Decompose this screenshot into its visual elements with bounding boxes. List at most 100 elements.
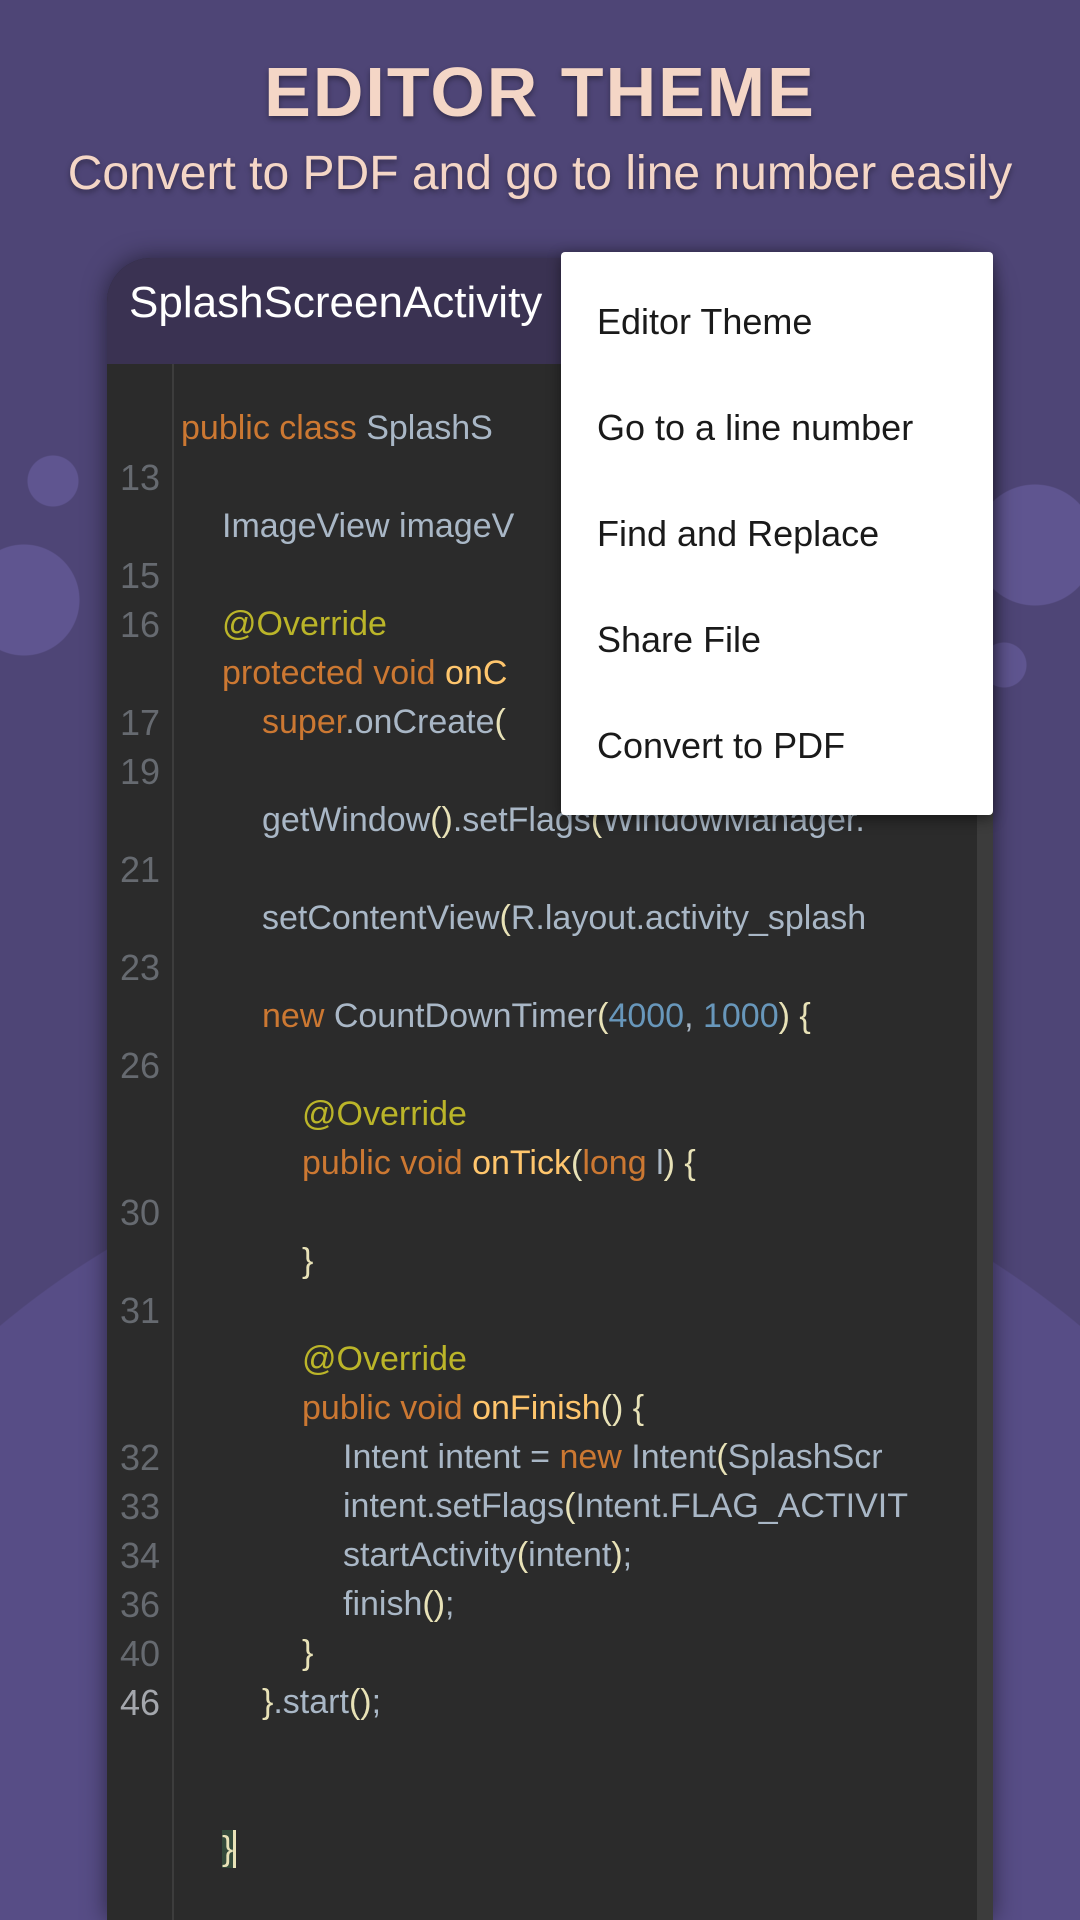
code-token: super xyxy=(262,703,346,741)
code-token: intent.setFlags xyxy=(343,1487,565,1525)
text-cursor: } xyxy=(222,1830,237,1868)
code-line: 21 xyxy=(107,845,993,894)
code-token: ( xyxy=(494,703,506,741)
code-text: public void onTick(long l) { xyxy=(302,1139,696,1188)
code-line: @Override xyxy=(107,1335,993,1384)
code-token: public void xyxy=(302,1389,473,1427)
code-text: @Override xyxy=(302,1090,467,1139)
code-text: ImageView imageV xyxy=(222,502,514,551)
menu-item-go-to-line[interactable]: Go to a line number xyxy=(561,375,993,481)
code-text: setContentView(R.layout.activity_splash xyxy=(262,894,866,943)
code-token: onC xyxy=(445,654,508,692)
code-line: 46}.start(); xyxy=(107,1678,993,1727)
code-line: setContentView(R.layout.activity_splash xyxy=(107,894,993,943)
menu-item-editor-theme[interactable]: Editor Theme xyxy=(561,269,993,375)
code-token: .start xyxy=(273,1683,349,1721)
line-number: 26 xyxy=(120,1045,161,1086)
code-line: public void onTick(long l) { xyxy=(107,1139,993,1188)
code-token: l xyxy=(656,1144,664,1182)
code-token: ; xyxy=(622,1536,633,1574)
code-token: () { xyxy=(600,1389,645,1427)
code-token: () xyxy=(348,1683,372,1721)
line-number: 19 xyxy=(120,751,161,792)
line-number: 46 xyxy=(120,1682,161,1723)
code-text: }.start(); xyxy=(262,1678,381,1727)
code-text: public void onFinish() { xyxy=(302,1384,644,1433)
menu-item-convert-pdf[interactable]: Convert to PDF xyxy=(561,693,993,799)
code-token: ) { xyxy=(663,1144,696,1182)
code-token: new xyxy=(559,1438,632,1476)
code-token: public class xyxy=(181,409,367,447)
code-text: } xyxy=(222,1825,237,1874)
hero-subtitle: Convert to PDF and go to line number eas… xyxy=(67,147,1013,200)
code-text: public class SplashS xyxy=(181,404,493,453)
code-line: 34 startActivity(intent); xyxy=(107,1531,993,1580)
code-line: 40} xyxy=(107,1629,993,1678)
line-number: 21 xyxy=(120,849,161,890)
code-token: @Override xyxy=(222,605,387,643)
code-line: 31 xyxy=(107,1286,993,1335)
code-text: startActivity(intent); xyxy=(343,1531,632,1580)
code-token: onFinish xyxy=(472,1389,601,1427)
code-token: SplashScr xyxy=(727,1438,883,1476)
code-line: 36 finish(); xyxy=(107,1580,993,1629)
code-text: @Override xyxy=(222,600,387,649)
code-line: new CountDownTimer(4000, 1000) { xyxy=(107,992,993,1041)
code-token: ) { xyxy=(778,997,811,1035)
code-token: SplashS xyxy=(366,409,493,447)
code-token: @Override xyxy=(302,1095,467,1133)
line-number: 23 xyxy=(120,947,161,988)
code-token: () xyxy=(430,801,453,839)
code-line: 30 xyxy=(107,1188,993,1237)
code-text: new CountDownTimer(4000, 1000) { xyxy=(262,992,811,1041)
line-number: 32 xyxy=(120,1437,161,1478)
code-token: () xyxy=(422,1585,446,1623)
menu-item-share-file[interactable]: Share File xyxy=(561,587,993,693)
code-token: ( xyxy=(716,1438,728,1476)
line-number: 33 xyxy=(120,1486,161,1527)
file-title: SplashScreenActivity xyxy=(129,278,543,327)
code-token: protected void xyxy=(222,654,446,692)
code-line: } xyxy=(107,1825,993,1874)
code-line: @Override xyxy=(107,1090,993,1139)
code-line: } xyxy=(107,1237,993,1286)
code-token: } xyxy=(302,1242,314,1280)
code-text: finish(); xyxy=(343,1580,454,1629)
code-token: 4000 xyxy=(608,997,685,1035)
line-number: 36 xyxy=(120,1584,161,1625)
code-text: intent.setFlags(Intent.FLAG_ACTIVIT xyxy=(343,1482,908,1531)
overflow-menu: Editor Theme Go to a line number Find an… xyxy=(561,252,993,815)
code-text: } xyxy=(302,1629,313,1678)
line-number: 31 xyxy=(120,1290,161,1331)
code-token: ; xyxy=(371,1683,382,1721)
code-token: finish xyxy=(343,1585,423,1623)
code-token: Intent.FLAG_ACTIVIT xyxy=(575,1487,909,1525)
code-text: @Override xyxy=(302,1335,467,1384)
code-token: CountDownTimer xyxy=(333,997,598,1035)
menu-item-find-replace[interactable]: Find and Replace xyxy=(561,481,993,587)
code-token: ( xyxy=(516,1536,529,1574)
code-token: Intent intent = xyxy=(343,1438,560,1476)
code-token: R.layout.activity_splash xyxy=(510,899,867,937)
code-token: setContentView xyxy=(262,899,500,937)
code-token: , xyxy=(684,997,703,1035)
code-token: Intent xyxy=(631,1438,717,1476)
code-token: onTick xyxy=(472,1144,571,1182)
hero-title: EDITOR THEME xyxy=(264,53,816,131)
code-token: @Override xyxy=(302,1340,467,1378)
code-token: ( xyxy=(564,1487,576,1525)
code-token: ( xyxy=(597,997,609,1035)
code-token: intent xyxy=(528,1536,612,1574)
code-token: ( xyxy=(571,1144,583,1182)
code-token: new xyxy=(262,997,334,1035)
code-token: .onCreate xyxy=(345,703,495,741)
code-token: } xyxy=(262,1683,274,1721)
code-token: long xyxy=(582,1144,657,1182)
code-token: getWindow xyxy=(262,801,431,839)
code-token: 1000 xyxy=(702,997,779,1035)
code-token: } xyxy=(302,1634,314,1672)
code-token: ) xyxy=(611,1536,623,1574)
code-text: } xyxy=(302,1237,313,1286)
code-token: startActivity xyxy=(343,1536,517,1574)
code-token: ( xyxy=(499,899,511,937)
